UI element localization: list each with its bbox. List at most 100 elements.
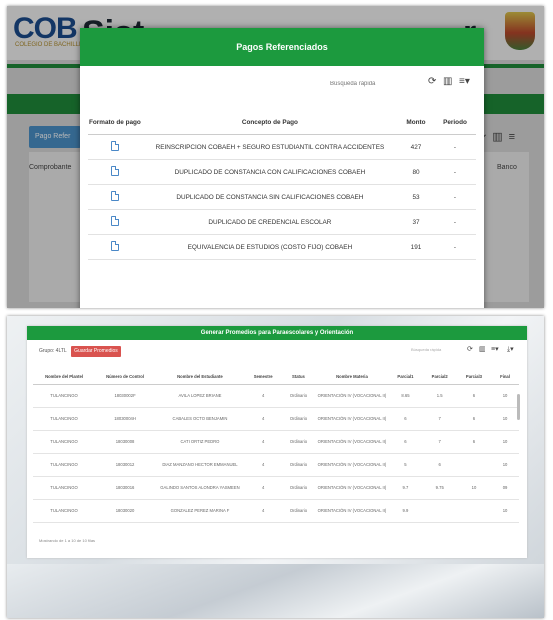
control-cell: 18030020	[95, 499, 156, 523]
column-header[interactable]: Parcial3	[456, 368, 492, 385]
p1-cell[interactable]: 9.9	[388, 499, 423, 523]
p2-cell[interactable]	[422, 499, 457, 523]
materia-cell: ORIENTACIÓN IV (VOCACIONAL II)	[315, 453, 389, 477]
p2-cell[interactable]: 9.75	[422, 476, 457, 500]
file-icon[interactable]	[110, 216, 119, 226]
modal-title: Pagos Referenciados	[80, 28, 484, 66]
control-cell: 18030012	[95, 453, 156, 477]
final-cell[interactable]: 10	[491, 499, 519, 523]
table-row: DUPLICADO DE CONSTANCIA SIN CALIFICACION…	[88, 184, 476, 210]
payments-screenshot-panel: COB COLEGIO DE BACHILLERES Sist r Pago R…	[7, 6, 544, 308]
plantel-cell: TULANCINGO	[33, 476, 96, 500]
final-cell[interactable]: 10	[491, 384, 519, 408]
p2-cell[interactable]: 7	[422, 430, 457, 454]
download-icon[interactable]: ⤓▾	[507, 345, 514, 354]
status-cell: Ordinario	[281, 407, 316, 431]
column-header[interactable]: Parcial2	[422, 368, 457, 385]
table-header-row: Nombre del Plantel Número de Control Nombr…	[33, 368, 519, 385]
file-icon[interactable]	[110, 191, 119, 201]
column-header[interactable]: Nombre Materia	[315, 368, 389, 385]
monto-cell: 37	[398, 209, 434, 235]
table-row: TULANCINGO 18030012 DIAZ MANZANO HECTOR EM…	[33, 453, 519, 477]
p2-cell[interactable]: 1.5	[422, 384, 457, 408]
concepto-cell: DUPLICADO DE CREDENCIAL ESCOLAR	[141, 209, 398, 235]
status-cell: Ordinario	[281, 476, 316, 500]
monto-cell: 80	[398, 159, 434, 185]
table-row: TULANCINGO 18030020 GONZALEZ PEREZ MARINA …	[33, 499, 519, 523]
export-icon[interactable]: ≡▾	[459, 76, 470, 87]
refresh-icon[interactable]: ⟳	[467, 345, 473, 353]
column-header-periodo[interactable]: Periodo	[434, 110, 476, 135]
p2-cell[interactable]: 7	[422, 407, 457, 431]
nombre-cell: GALINDO SANTOS ALONDRA YASMEEN	[155, 476, 245, 500]
file-icon[interactable]	[110, 141, 119, 151]
p1-cell[interactable]: 8.65	[388, 384, 423, 408]
download-format-cell[interactable]	[88, 234, 142, 260]
search-input[interactable]	[328, 74, 408, 94]
column-header[interactable]: Status	[281, 368, 316, 385]
status-cell: Ordinario	[281, 499, 316, 523]
table-header-row: Formato de pago Concepto de Pago Monto P…	[88, 110, 476, 135]
p3-cell[interactable]: 6	[456, 384, 492, 408]
column-header[interactable]: Número de Control	[95, 368, 156, 385]
p3-cell[interactable]: 6	[456, 407, 492, 431]
p1-cell[interactable]: 9.7	[388, 476, 423, 500]
column-header[interactable]: Final	[491, 368, 519, 385]
monto-cell: 53	[398, 184, 434, 210]
download-format-cell[interactable]	[88, 159, 142, 185]
table-row: TULANCINGO 18030004H CABALES OCTO BENJAMIN…	[33, 407, 519, 431]
status-cell: Ordinario	[281, 384, 316, 408]
monto-cell: 427	[398, 134, 434, 160]
final-cell[interactable]: 09	[491, 476, 519, 500]
column-header[interactable]: Nombre del Estudiante	[155, 368, 245, 385]
p3-cell[interactable]: 6	[456, 430, 492, 454]
final-cell[interactable]: 10	[491, 453, 519, 477]
periodo-cell: -	[434, 209, 476, 235]
columns-icon[interactable]: ▥	[443, 76, 452, 87]
column-header-concepto[interactable]: Concepto de Pago	[141, 110, 398, 135]
plantel-cell: TULANCINGO	[33, 430, 96, 454]
column-header-monto[interactable]: Monto	[398, 110, 434, 135]
control-cell: 18030004H	[95, 407, 156, 431]
download-format-cell[interactable]	[88, 209, 142, 235]
p1-cell[interactable]: 6	[388, 407, 423, 431]
column-header[interactable]: Nombre del Plantel	[33, 368, 96, 385]
file-icon[interactable]	[110, 166, 119, 176]
concepto-cell: DUPLICADO DE CONSTANCIA SIN CALIFICACION…	[141, 184, 398, 210]
p1-cell[interactable]: 6	[388, 430, 423, 454]
table-row: TULANCINGO 18030016 GALINDO SANTOS ALONDRA…	[33, 476, 519, 500]
materia-cell: ORIENTACIÓN IV (VOCACIONAL II)	[315, 430, 389, 454]
concepto-cell: DUPLICADO DE CONSTANCIA CON CALIFICACION…	[141, 159, 398, 185]
p3-cell[interactable]: 10	[456, 476, 492, 500]
table-scrollbar[interactable]	[517, 394, 520, 420]
monto-cell: 191	[398, 234, 434, 260]
materia-cell: ORIENTACIÓN IV (VOCACIONAL II)	[315, 384, 389, 408]
control-cell: 18030008	[95, 430, 156, 454]
control-cell: 18030016	[95, 476, 156, 500]
refresh-icon[interactable]: ⟳	[428, 76, 436, 87]
column-header[interactable]: Parcial1	[388, 368, 423, 385]
p1-cell[interactable]: 5	[388, 453, 423, 477]
file-icon[interactable]	[110, 241, 119, 251]
final-cell[interactable]: 10	[491, 407, 519, 431]
grades-search-input[interactable]: Búsqueda rápida	[411, 347, 461, 352]
status-cell: Ordinario	[281, 453, 316, 477]
periodo-cell: -	[434, 159, 476, 185]
download-format-cell[interactable]	[88, 134, 142, 160]
status-cell: Ordinario	[281, 430, 316, 454]
table-row: DUPLICADO DE CONSTANCIA CON CALIFICACION…	[88, 159, 476, 185]
p3-cell[interactable]	[456, 453, 492, 477]
final-cell[interactable]: 10	[491, 430, 519, 454]
save-averages-button[interactable]: Guardar Promedios	[71, 346, 121, 357]
p3-cell[interactable]	[456, 499, 492, 523]
plantel-cell: TULANCINGO	[33, 499, 96, 523]
column-header[interactable]: Semestre	[244, 368, 282, 385]
download-format-cell[interactable]	[88, 184, 142, 210]
grades-table: Nombre del Plantel Número de Control Nombr…	[33, 368, 519, 523]
p2-cell[interactable]: 6	[422, 453, 457, 477]
column-header-formato[interactable]: Formato de pago	[88, 110, 142, 135]
materia-cell: ORIENTACIÓN IV (VOCACIONAL II)	[315, 407, 389, 431]
materia-cell: ORIENTACIÓN IV (VOCACIONAL II)	[315, 499, 389, 523]
export-icon[interactable]: ≡▾	[491, 345, 499, 353]
columns-icon[interactable]: ▥	[479, 345, 486, 353]
